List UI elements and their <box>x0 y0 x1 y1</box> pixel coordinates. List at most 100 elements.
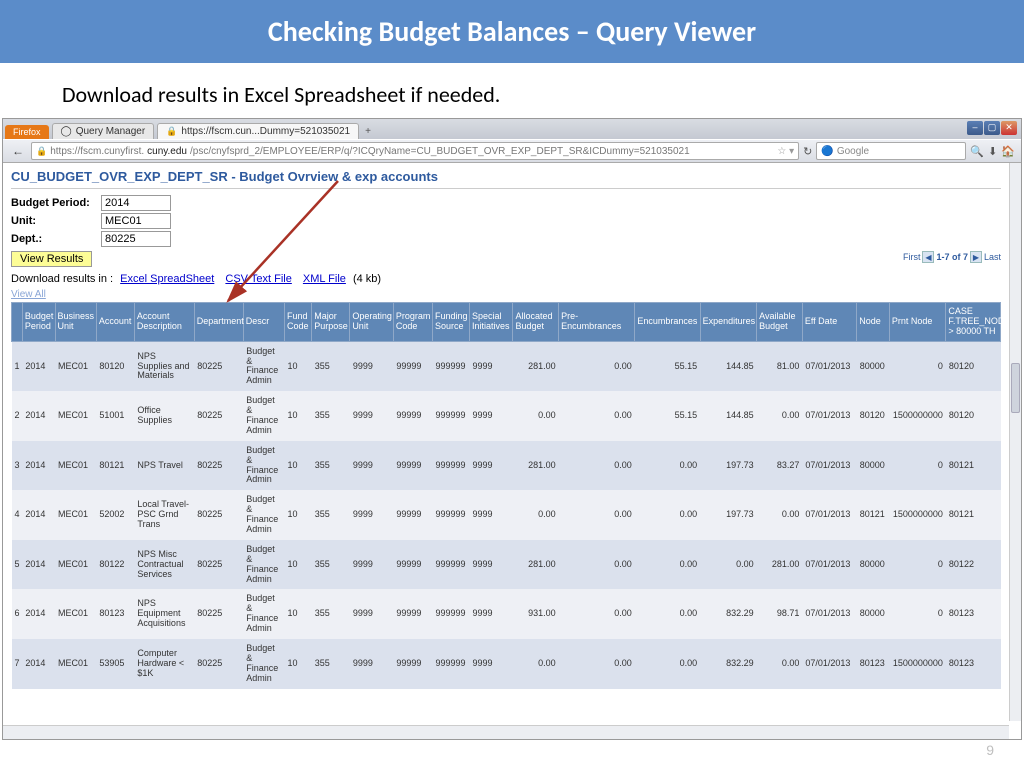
unit-input[interactable] <box>101 213 171 229</box>
column-header[interactable]: Department <box>194 303 243 342</box>
cell: 10 <box>285 490 312 540</box>
cell: 0.00 <box>635 639 700 689</box>
cell: 2014 <box>22 639 55 689</box>
cell: 9999 <box>469 441 513 491</box>
cell: 0.00 <box>559 639 635 689</box>
column-header[interactable]: Funding Source <box>432 303 469 342</box>
column-header[interactable]: Account <box>96 303 134 342</box>
download-xml-link[interactable]: XML File <box>303 273 346 285</box>
column-header[interactable]: Program Code <box>393 303 432 342</box>
table-row: 42014MEC0152002Local Travel-PSC Grnd Tra… <box>12 490 1001 540</box>
tab-active[interactable]: 🔒https://fscm.cun...Dummy=521035021 <box>157 123 359 139</box>
url-input[interactable]: 🔒 https://fscm.cunyfirst.cuny.edu/psc/cn… <box>31 142 799 160</box>
cell: MEC01 <box>55 341 96 391</box>
cell: 355 <box>312 391 350 441</box>
search-icon[interactable]: 🔍 <box>970 145 984 158</box>
cell: NPS Misc Contractual Services <box>134 540 194 590</box>
view-all-link[interactable]: View All <box>11 287 1001 302</box>
cell: 80120 <box>946 341 1001 391</box>
view-results-button[interactable]: View Results <box>11 251 92 267</box>
new-tab-button[interactable]: + <box>359 124 377 139</box>
paging-last[interactable]: Last <box>984 252 1001 262</box>
cell: 355 <box>312 540 350 590</box>
table-row: 72014MEC0153905Computer Hardware < $1K80… <box>12 639 1001 689</box>
cell: 2014 <box>22 490 55 540</box>
paging-prev-icon[interactable]: ◀ <box>922 251 934 263</box>
back-button[interactable]: ← <box>9 142 27 160</box>
cell: 99999 <box>393 490 432 540</box>
column-header[interactable]: Special Initiatives <box>469 303 513 342</box>
slide-subtitle: Download results in Excel Spreadsheet if… <box>0 63 1024 118</box>
maximize-button[interactable]: ▢ <box>984 121 1000 135</box>
unit-label: Unit: <box>11 215 101 227</box>
cell: 99999 <box>393 639 432 689</box>
cell: 07/01/2013 <box>802 490 856 540</box>
cell: 999999 <box>432 589 469 639</box>
vertical-scrollbar[interactable] <box>1009 163 1021 721</box>
column-header[interactable]: Operating Unit <box>350 303 394 342</box>
column-header[interactable]: Encumbrances <box>635 303 700 342</box>
cell: 281.00 <box>513 441 559 491</box>
column-header[interactable]: Account Description <box>134 303 194 342</box>
cell: 9999 <box>469 540 513 590</box>
firefox-menu-button[interactable]: Firefox <box>5 125 49 139</box>
cell: Budget & Finance Admin <box>243 540 284 590</box>
cell: 80122 <box>946 540 1001 590</box>
cell: 80225 <box>194 441 243 491</box>
home-icon[interactable]: 🏠 <box>1001 145 1015 158</box>
cell: 9999 <box>350 490 394 540</box>
column-header[interactable]: Major Purpose <box>312 303 350 342</box>
cell: 9999 <box>350 589 394 639</box>
cell: 99999 <box>393 540 432 590</box>
cell: 0.00 <box>559 341 635 391</box>
paging-first[interactable]: First <box>903 252 921 262</box>
column-header[interactable]: Descr <box>243 303 284 342</box>
cell: 0.00 <box>513 490 559 540</box>
table-row: 32014MEC0180121NPS Travel80225Budget & F… <box>12 441 1001 491</box>
column-header[interactable]: Node <box>857 303 890 342</box>
column-header[interactable]: Eff Date <box>802 303 856 342</box>
cell: 55.15 <box>635 341 700 391</box>
search-input[interactable]: 🔵Google <box>816 142 966 160</box>
globe-icon: ◯ <box>61 126 72 137</box>
cell: 3 <box>12 441 23 491</box>
column-header[interactable]: Business Unit <box>55 303 96 342</box>
column-header[interactable]: CASE F.TREE_NODE > 80000 TH <box>946 303 1001 342</box>
cell: 80120 <box>857 391 890 441</box>
column-header[interactable]: Allocated Budget <box>513 303 559 342</box>
cell: 80225 <box>194 341 243 391</box>
budget-period-input[interactable] <box>101 195 171 211</box>
cell: MEC01 <box>55 540 96 590</box>
column-header[interactable]: Fund Code <box>285 303 312 342</box>
table-row: 52014MEC0180122NPS Misc Contractual Serv… <box>12 540 1001 590</box>
cell: 999999 <box>432 540 469 590</box>
downloads-icon[interactable]: ⬇ <box>988 145 997 158</box>
row-num-header <box>12 303 23 342</box>
download-csv-link[interactable]: CSV Text File <box>225 273 291 285</box>
cell: 9999 <box>469 639 513 689</box>
reload-icon[interactable]: ↻ <box>803 145 812 158</box>
tab-query-manager[interactable]: ◯Query Manager <box>52 123 155 139</box>
cell: 10 <box>285 341 312 391</box>
cell: 07/01/2013 <box>802 391 856 441</box>
cell: 83.27 <box>757 441 803 491</box>
cell: 1500000000 <box>889 391 946 441</box>
column-header[interactable]: Pre-Encumbrances <box>559 303 635 342</box>
star-icon[interactable]: ☆ ▾ <box>777 146 794 157</box>
cell: MEC01 <box>55 391 96 441</box>
column-header[interactable]: Available Budget <box>757 303 803 342</box>
horizontal-scrollbar[interactable] <box>3 725 1009 739</box>
cell: 0.00 <box>559 391 635 441</box>
download-excel-link[interactable]: Excel SpreadSheet <box>120 273 214 285</box>
column-header[interactable]: Budget Period <box>22 303 55 342</box>
cell: 2014 <box>22 391 55 441</box>
close-button[interactable]: ✕ <box>1001 121 1017 135</box>
column-header[interactable]: Expenditures <box>700 303 757 342</box>
cell: 9999 <box>350 441 394 491</box>
column-header[interactable]: Prnt Node <box>889 303 946 342</box>
minimize-button[interactable]: – <box>967 121 983 135</box>
cell: 355 <box>312 589 350 639</box>
dept-input[interactable] <box>101 231 171 247</box>
cell: 2014 <box>22 589 55 639</box>
paging-next-icon[interactable]: ▶ <box>970 251 982 263</box>
